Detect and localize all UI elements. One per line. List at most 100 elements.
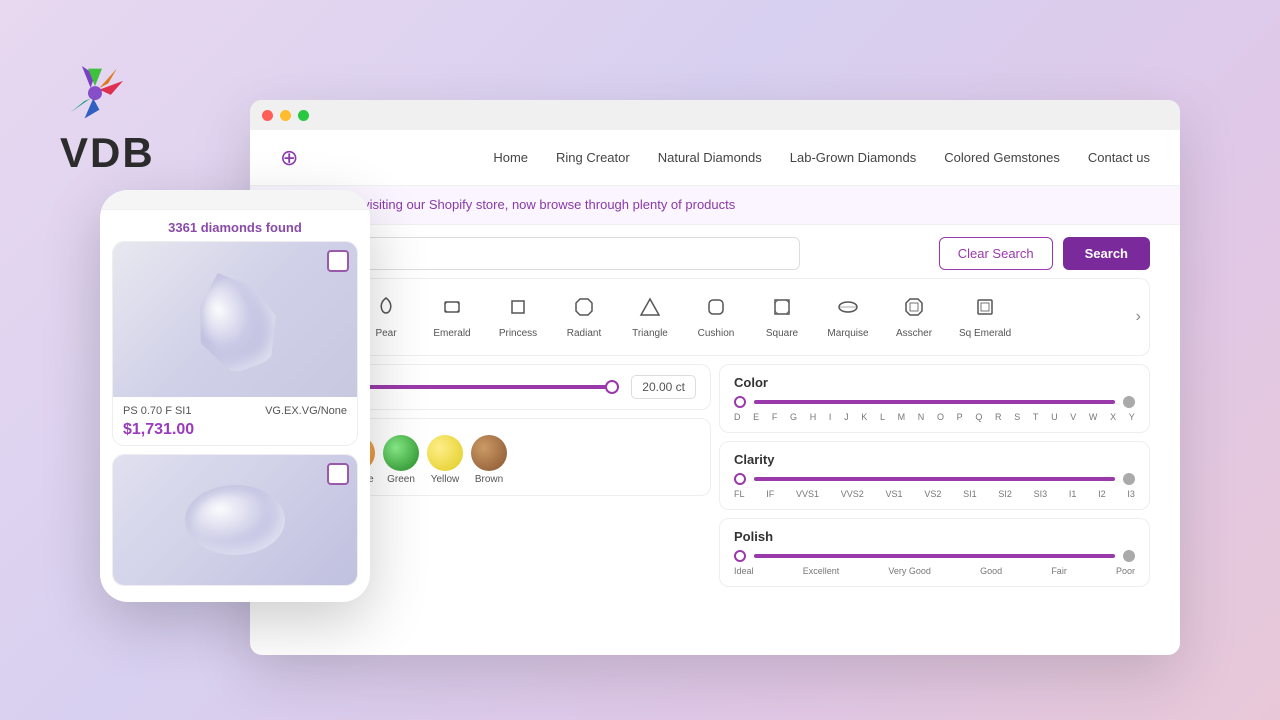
swatch-yellow-circle xyxy=(427,435,463,471)
shape-marquise[interactable]: Marquise xyxy=(817,289,879,345)
radiant-label: Radiant xyxy=(567,328,601,339)
search-buttons: Clear Search Search xyxy=(939,237,1150,270)
pear-icon xyxy=(374,295,398,325)
card-info-1: PS 0.70 F SI1 VG.EX.VG/None xyxy=(113,397,357,421)
browser-banner: Thank you for visiting our Shopify store… xyxy=(250,186,1180,225)
browser-dot-yellow[interactable] xyxy=(280,110,291,121)
filters-container: 20.00 ct Pink Orange Green xyxy=(280,364,1150,587)
nav-links: Home Ring Creator Natural Diamonds Lab-G… xyxy=(493,150,1150,165)
radiant-icon xyxy=(572,295,596,325)
nav-contact[interactable]: Contact us xyxy=(1088,150,1150,165)
polish-track[interactable] xyxy=(754,554,1115,558)
color-thumb-right[interactable] xyxy=(1123,396,1135,408)
clarity-slider-row xyxy=(734,473,1135,485)
carat-value: 20.00 ct xyxy=(631,375,696,399)
shape-sq-emerald[interactable]: Sq Emerald xyxy=(949,289,1021,345)
color-thumb-left[interactable] xyxy=(734,396,746,408)
emerald-label: Emerald xyxy=(433,328,470,339)
princess-label: Princess xyxy=(499,328,537,339)
square-label: Square xyxy=(766,328,798,339)
card-price-1: $1,731.00 xyxy=(113,421,357,445)
browser-titlebar xyxy=(250,100,1180,130)
mobile-diamond-card-1[interactable]: PS 0.70 F SI1 VG.EX.VG/None $1,731.00 xyxy=(112,241,358,446)
cushion-icon xyxy=(704,295,728,325)
search-button[interactable]: Search xyxy=(1063,237,1150,270)
color-filter-panel: Color DEFGHIJKLMNOPQRSTUVWXY xyxy=(719,364,1150,433)
triangle-label: Triangle xyxy=(632,328,668,339)
princess-icon xyxy=(506,295,530,325)
polish-thumb-right[interactable] xyxy=(1123,550,1135,562)
clarity-thumb-left[interactable] xyxy=(734,473,746,485)
card-spec-1: PS 0.70 F SI1 xyxy=(123,405,191,417)
color-labels: DEFGHIJKLMNOPQRSTUVWXY xyxy=(734,412,1135,422)
sq-emerald-icon xyxy=(973,295,997,325)
clarity-track[interactable] xyxy=(754,477,1115,481)
card-checkbox-2[interactable] xyxy=(327,463,349,485)
shape-radiant[interactable]: Radiant xyxy=(553,289,615,345)
clarity-filter-title: Clarity xyxy=(734,452,1135,467)
color-track-fill xyxy=(754,400,1115,404)
shape-cushion[interactable]: Cushion xyxy=(685,289,747,345)
shape-selector: Oval Pear Emerald Princess Radiant xyxy=(280,278,1150,356)
nav-logo: ⊕ xyxy=(280,145,298,171)
swatch-brown-circle xyxy=(471,435,507,471)
nav-ring-creator[interactable]: Ring Creator xyxy=(556,150,630,165)
shape-next-chevron[interactable]: › xyxy=(1136,308,1141,326)
clear-search-button[interactable]: Clear Search xyxy=(939,237,1053,270)
filter-right: Color DEFGHIJKLMNOPQRSTUVWXY Clarity xyxy=(719,364,1150,587)
marquise-label: Marquise xyxy=(827,328,868,339)
polish-filter-title: Polish xyxy=(734,529,1135,544)
search-area: Clear Search Search xyxy=(250,225,1180,278)
diamond-image-1 xyxy=(113,242,357,397)
marquise-icon xyxy=(836,295,860,325)
card-checkbox-1[interactable] xyxy=(327,250,349,272)
swatch-green[interactable]: Green xyxy=(383,435,419,485)
mobile-diamond-card-2[interactable] xyxy=(112,454,358,586)
shape-princess[interactable]: Princess xyxy=(487,289,549,345)
swatch-green-circle xyxy=(383,435,419,471)
polish-track-fill xyxy=(754,554,1115,558)
nav-colored-gemstones[interactable]: Colored Gemstones xyxy=(944,150,1060,165)
nav-lab-grown[interactable]: Lab-Grown Diamonds xyxy=(790,150,916,165)
shape-square[interactable]: Square xyxy=(751,289,813,345)
swatch-yellow[interactable]: Yellow xyxy=(427,435,463,485)
swatch-brown[interactable]: Brown xyxy=(471,435,507,485)
browser-dot-green[interactable] xyxy=(298,110,309,121)
polish-thumb-left[interactable] xyxy=(734,550,746,562)
color-track[interactable] xyxy=(754,400,1115,404)
vdb-text: VDB xyxy=(60,129,155,177)
clarity-track-fill xyxy=(754,477,1115,481)
swatch-yellow-label: Yellow xyxy=(431,474,460,485)
nav-natural-diamonds[interactable]: Natural Diamonds xyxy=(658,150,762,165)
shape-emerald[interactable]: Emerald xyxy=(421,289,483,345)
polish-filter-panel: Polish IdealExcellentVery GoodGoodFairPo… xyxy=(719,518,1150,587)
sq-emerald-label: Sq Emerald xyxy=(959,328,1011,339)
asscher-label: Asscher xyxy=(896,328,932,339)
swatch-green-label: Green xyxy=(387,474,415,485)
browser-dot-red[interactable] xyxy=(262,110,273,121)
shape-triangle[interactable]: Triangle xyxy=(619,289,681,345)
emerald-icon xyxy=(440,295,464,325)
browser-nav: ⊕ Home Ring Creator Natural Diamonds Lab… xyxy=(250,130,1180,186)
browser-mockup: ⊕ Home Ring Creator Natural Diamonds Lab… xyxy=(250,100,1180,655)
vdb-logo-icon xyxy=(60,60,130,120)
cushion-label: Cushion xyxy=(698,328,735,339)
triangle-icon xyxy=(638,295,662,325)
color-slider-row xyxy=(734,396,1135,408)
shape-asscher[interactable]: Asscher xyxy=(883,289,945,345)
pear-label: Pear xyxy=(375,328,396,339)
mobile-mockup: 3361 diamonds found PS 0.70 F SI1 VG.EX.… xyxy=(100,190,370,602)
color-filter-title: Color xyxy=(734,375,1135,390)
clarity-labels: FLIFVVS1VVS2VS1VS2SI1SI2SI3I1I2I3 xyxy=(734,489,1135,499)
square-icon xyxy=(770,295,794,325)
card-grade-1: VG.EX.VG/None xyxy=(265,405,347,417)
diamonds-count: 3361 diamonds found xyxy=(100,210,370,241)
swatch-brown-label: Brown xyxy=(475,474,503,485)
vdb-logo: VDB xyxy=(60,60,155,177)
polish-slider-row xyxy=(734,550,1135,562)
diamond-pear-shape xyxy=(180,259,289,380)
mobile-top-bar xyxy=(100,190,370,210)
nav-home[interactable]: Home xyxy=(493,150,528,165)
asscher-icon xyxy=(902,295,926,325)
clarity-thumb-right[interactable] xyxy=(1123,473,1135,485)
